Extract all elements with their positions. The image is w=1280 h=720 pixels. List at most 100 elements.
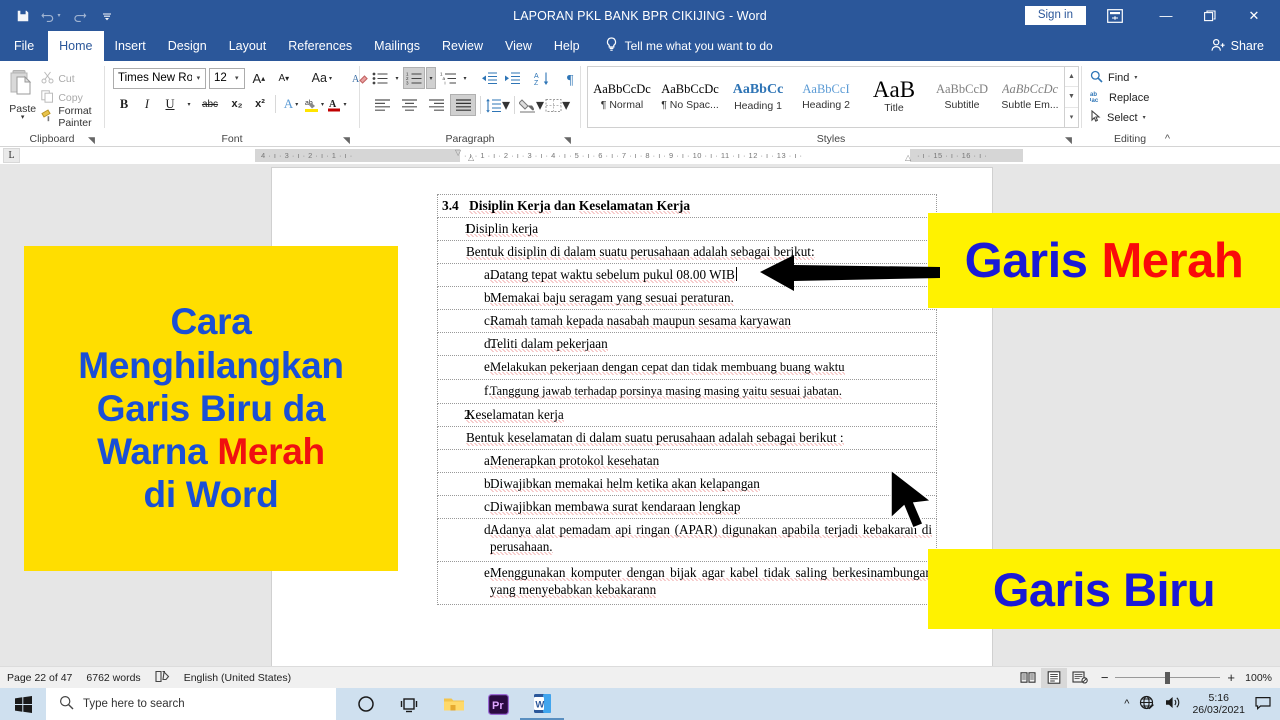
replace-button[interactable]: ab ac Replace: [1089, 88, 1149, 107]
tab-view[interactable]: View: [494, 31, 543, 61]
increase-indent-icon[interactable]: [501, 67, 523, 89]
clipboard-dialog-launcher[interactable]: ◥: [88, 135, 99, 146]
cortana-circle-icon[interactable]: [344, 688, 388, 720]
collapse-ribbon-icon[interactable]: ^: [1165, 133, 1170, 145]
ribbon-display-options-icon[interactable]: [1100, 3, 1130, 29]
tab-insert[interactable]: Insert: [104, 31, 157, 61]
task-view-icon[interactable]: [388, 688, 432, 720]
first-line-indent-marker[interactable]: ▽: [455, 148, 461, 157]
clock[interactable]: 5:16 26/03/2021: [1192, 692, 1245, 716]
horizontal-ruler[interactable]: 4 · ı · 3 · ı · 2 · ı · 1 · ı · · ı · 1 …: [255, 148, 1023, 162]
network-globe-icon[interactable]: [1139, 695, 1155, 714]
search-input[interactable]: Type here to search: [46, 688, 336, 720]
style-subtle-emphasis[interactable]: AaBbCcDc Subtle Em...: [996, 67, 1064, 127]
sign-in-button[interactable]: Sign in: [1024, 5, 1086, 26]
bullet-dropdown-icon[interactable]: ▾: [392, 67, 402, 89]
customize-quick-access-icon[interactable]: [94, 4, 120, 28]
save-icon[interactable]: [10, 4, 36, 28]
word-count[interactable]: 6762 words: [86, 672, 140, 684]
show-hidden-icons-icon[interactable]: ^: [1124, 698, 1129, 710]
tab-design[interactable]: Design: [157, 31, 218, 61]
share-button[interactable]: Share: [1211, 31, 1280, 61]
volume-icon[interactable]: [1165, 695, 1182, 713]
style-normal[interactable]: AaBbCcDc ¶ Normal: [588, 67, 656, 127]
chevron-down-icon[interactable]: ▾: [192, 74, 205, 82]
style-heading-2[interactable]: AaBbCcI Heading 2: [792, 67, 860, 127]
style-no-spacing[interactable]: AaBbCcDc ¶ No Spac...: [656, 67, 724, 127]
styles-more-icon[interactable]: ▾: [1065, 108, 1078, 127]
italic-button[interactable]: I: [136, 93, 158, 115]
close-button[interactable]: ✕: [1232, 0, 1276, 31]
pilcrow-icon[interactable]: ¶: [561, 67, 583, 89]
borders-icon[interactable]: ▾: [545, 94, 570, 116]
tab-references[interactable]: References: [277, 31, 363, 61]
windows-start-icon[interactable]: [0, 688, 46, 720]
styles-scroll-down-icon[interactable]: ▼: [1065, 87, 1078, 108]
cut-button[interactable]: Cut: [41, 70, 104, 87]
styles-dialog-launcher[interactable]: ◥: [1065, 135, 1076, 146]
styles-scroll-up-icon[interactable]: ▲: [1065, 67, 1078, 88]
microsoft-word-icon[interactable]: W: [520, 688, 564, 720]
underline-button[interactable]: U: [159, 93, 181, 115]
paste-caret-icon[interactable]: ▾: [21, 114, 25, 121]
web-layout-icon[interactable]: [1067, 668, 1093, 688]
proofing-errors-icon[interactable]: [155, 670, 170, 686]
zoom-out-button[interactable]: −: [1101, 670, 1109, 685]
sort-az-icon[interactable]: AZ: [531, 67, 553, 89]
tab-review[interactable]: Review: [431, 31, 494, 61]
format-painter-button[interactable]: Format Painter: [41, 105, 104, 129]
adobe-premiere-icon[interactable]: Pr: [476, 688, 520, 720]
multilevel-dropdown-icon[interactable]: ▾: [460, 67, 470, 89]
style-title[interactable]: AaB Title: [860, 67, 928, 127]
tab-layout[interactable]: Layout: [218, 31, 278, 61]
tab-help[interactable]: Help: [543, 31, 591, 61]
style-heading-1[interactable]: AaBbCc Heading 1: [724, 67, 792, 127]
read-mode-icon[interactable]: [1015, 668, 1041, 688]
underline-dropdown-icon[interactable]: ▾: [182, 93, 194, 115]
font-name-combo[interactable]: Times New Ro ▾: [113, 67, 206, 89]
tab-home[interactable]: Home: [48, 31, 104, 61]
numbering-dropdown-icon[interactable]: ▾: [426, 67, 436, 89]
language-indicator[interactable]: English (United States): [184, 672, 291, 684]
align-left-icon[interactable]: [369, 94, 395, 116]
justify-icon[interactable]: [450, 94, 476, 116]
zoom-slider-knob[interactable]: [1165, 671, 1171, 684]
copy-button[interactable]: Copy: [41, 89, 104, 106]
font-dialog-launcher[interactable]: ◥: [343, 135, 354, 146]
align-center-icon[interactable]: [396, 94, 422, 116]
bullet-list-icon[interactable]: [369, 67, 391, 89]
tell-me-search[interactable]: Tell me what you want to do: [605, 31, 773, 61]
select-button[interactable]: Select ▾: [1090, 108, 1149, 127]
zoom-in-button[interactable]: +: [1227, 670, 1235, 685]
right-indent-marker[interactable]: △: [905, 153, 911, 162]
align-right-icon[interactable]: [423, 94, 449, 116]
superscript-button[interactable]: x²: [249, 93, 271, 115]
minimize-button[interactable]: —: [1144, 0, 1188, 31]
paste-button[interactable]: Paste ▾: [6, 65, 39, 121]
tab-stop-selector[interactable]: L: [3, 148, 20, 163]
page-indicator[interactable]: Page 22 of 47: [7, 672, 72, 684]
line-spacing-icon[interactable]: ▾: [485, 94, 510, 116]
chevron-down-icon[interactable]: ▾: [230, 74, 244, 82]
tab-file[interactable]: File: [0, 31, 48, 61]
numbered-list-icon[interactable]: 123: [403, 67, 425, 89]
styles-scroll[interactable]: ▲ ▼ ▾: [1064, 67, 1078, 127]
grow-font-button[interactable]: A ▴: [248, 67, 270, 89]
strikethrough-button[interactable]: abc: [195, 93, 225, 115]
styles-gallery[interactable]: AaBbCcDc ¶ Normal AaBbCcDc ¶ No Spac... …: [587, 66, 1079, 128]
redo-icon[interactable]: [66, 4, 92, 28]
shading-icon[interactable]: ▾: [519, 94, 544, 116]
change-case-button[interactable]: Aa ▾: [307, 67, 337, 89]
print-layout-icon[interactable]: [1040, 667, 1067, 688]
font-color-button[interactable]: A ▾: [326, 93, 348, 115]
undo-icon[interactable]: ▾: [38, 4, 64, 28]
highlight-button[interactable]: ab ▾: [303, 93, 325, 115]
multilevel-list-icon[interactable]: 1ai: [437, 67, 459, 89]
style-subtitle[interactable]: AaBbCcD Subtitle: [928, 67, 996, 127]
zoom-slider[interactable]: [1115, 671, 1221, 684]
restore-button[interactable]: [1188, 0, 1232, 31]
text-effects-button[interactable]: A ▾: [280, 93, 302, 115]
tab-mailings[interactable]: Mailings: [363, 31, 431, 61]
zoom-controls[interactable]: − + 100%: [1101, 670, 1272, 685]
file-explorer-icon[interactable]: [432, 688, 476, 720]
